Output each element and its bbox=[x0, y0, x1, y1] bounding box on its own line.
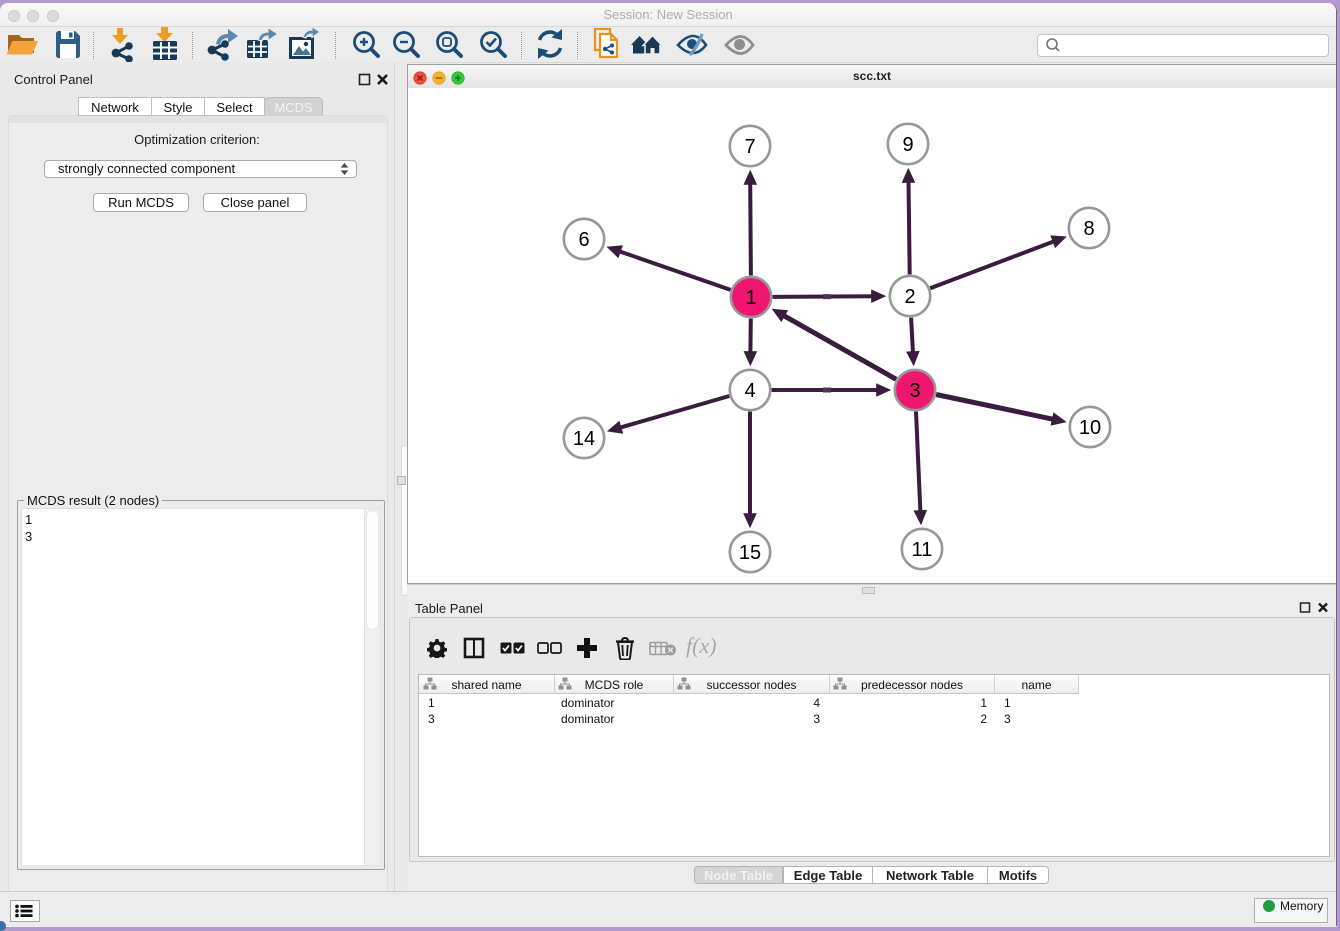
svg-text:10: 10 bbox=[1079, 417, 1101, 439]
svg-text:3: 3 bbox=[909, 380, 920, 402]
svg-text:7: 7 bbox=[744, 136, 755, 158]
svg-text:1: 1 bbox=[745, 287, 756, 309]
svg-text:9: 9 bbox=[902, 134, 913, 156]
svg-text:4: 4 bbox=[744, 380, 755, 402]
svg-text:6: 6 bbox=[578, 229, 589, 251]
svg-text:14: 14 bbox=[573, 428, 595, 450]
svg-text:8: 8 bbox=[1083, 218, 1094, 240]
svg-text:11: 11 bbox=[912, 539, 933, 561]
svg-text:15: 15 bbox=[739, 542, 761, 564]
svg-text:2: 2 bbox=[904, 286, 915, 308]
